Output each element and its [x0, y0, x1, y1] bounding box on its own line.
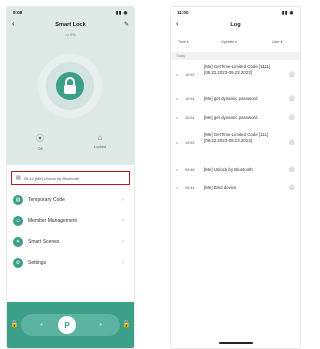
- code-icon: ▤: [13, 195, 23, 205]
- filter-time[interactable]: Time ▾: [178, 40, 189, 44]
- member-icon: ☺: [13, 216, 23, 226]
- log-text: [Me] get dynamic password: [204, 96, 258, 101]
- person-icon: ⚪: [288, 72, 295, 78]
- log-text: [Me] Bind device: [204, 185, 237, 190]
- log-text: [Me] GetTime-Limited Code [111] [09.22.2…: [204, 132, 269, 143]
- nav-bar: ‹ Log: [171, 19, 300, 31]
- log-screen: 11:00 ▮▮ ◉ ‹ Log Time ▾ Operate ▾ User ▾…: [170, 6, 301, 349]
- timeline-dot: [176, 142, 178, 144]
- quick-item-label: Locked: [93, 145, 107, 149]
- section-header: Today: [171, 52, 300, 60]
- lock-button[interactable]: [56, 72, 84, 100]
- status-bar: 9:08 ▮▮ ◉: [13, 10, 128, 17]
- filter-operate[interactable]: Operate ▾: [221, 40, 237, 44]
- menu-item-smart-scenes[interactable]: ✶ Smart Scenes ›: [13, 235, 128, 249]
- log-time: 10:54: [185, 116, 195, 120]
- timeline-dot: [176, 169, 178, 171]
- arrow-right-icon: ›››: [99, 322, 102, 328]
- menu-item-label: Temporary Code: [28, 197, 65, 203]
- menu-item-label: Member Management: [28, 218, 77, 224]
- filter-bar: Time ▾ Operate ▾ User ▾: [171, 38, 300, 48]
- menu-item-label: Settings: [28, 260, 47, 266]
- log-entry[interactable]: 09:45 [Me] Unlock by Bluetooth ⚪: [171, 166, 300, 180]
- timeline-dot: [176, 74, 178, 76]
- menu-item-settings[interactable]: ⚙ Settings ›: [13, 256, 128, 270]
- log-entry[interactable]: 10:53 [Me] GetTime-Limited Code [111] [0…: [171, 132, 300, 162]
- chevron-right-icon: ›: [122, 197, 124, 203]
- log-text: [Me] GetTime-Limited Code [1111] [09.22.…: [204, 64, 271, 75]
- person-icon: ⚪: [288, 167, 295, 173]
- page-title: Log: [230, 22, 241, 28]
- status-signal-icons: ▮▮ ◉: [115, 10, 128, 15]
- menu-item-member-management[interactable]: ☺ Member Management ›: [13, 214, 128, 228]
- smart-lock-screen: 9:08 ▮▮ ◉ ‹ Smart Lock ✎ ▭ 0% ⦿ Off ⌂ Lo…: [6, 6, 135, 349]
- menu-item-temporary-code[interactable]: ▤ Temporary Code ›: [13, 193, 128, 207]
- person-icon: ⚪: [288, 96, 295, 102]
- page-title: Smart Lock: [55, 22, 86, 28]
- log-text: [Me] Unlock by Bluetooth: [204, 167, 253, 172]
- log-time: 09:44: [185, 186, 195, 190]
- edit-icon[interactable]: ✎: [124, 21, 129, 28]
- log-time: 09:45: [185, 168, 195, 172]
- status-bar: 11:00 ▮▮ ◉: [177, 10, 294, 17]
- quick-item-locked[interactable]: ⌂ Locked: [85, 133, 115, 149]
- arrow-left-icon: ‹‹‹: [40, 322, 43, 328]
- battery-indicator: ▭ 0%: [65, 33, 76, 37]
- power-icon: ⦿: [36, 134, 44, 143]
- home-indicator: [218, 342, 253, 344]
- log-text: [Me] get dynamic password: [204, 115, 258, 120]
- status-time: 11:00: [177, 10, 189, 15]
- person-icon: ⚪: [288, 140, 295, 146]
- chevron-right-icon: ›: [122, 239, 124, 245]
- scenes-icon: ✶: [13, 237, 23, 247]
- log-time: 10:54: [185, 97, 195, 101]
- chevron-right-icon: ›: [122, 260, 124, 266]
- status-time: 9:08: [13, 10, 23, 15]
- quick-item-off[interactable]: ⦿ Off: [25, 133, 55, 151]
- log-entry[interactable]: 10:54 [Me] get dynamic password ⚪: [171, 95, 300, 109]
- person-icon: ⚪: [288, 185, 295, 191]
- quick-status: ⦿ Off ⌂ Locked: [7, 125, 134, 165]
- log-entry[interactable]: 10:54 [Me] get dynamic password ⚪: [171, 114, 300, 128]
- lock-icon-left[interactable]: 🔒: [10, 320, 19, 328]
- timeline-dot: [176, 117, 178, 119]
- timeline-dot: [176, 187, 178, 189]
- gear-icon: ⚙: [13, 258, 23, 268]
- status-signal-icons: ▮▮ ◉: [281, 10, 294, 15]
- recent-log-text: 09:42 [Me] Unlock by Bluetooth: [23, 175, 80, 181]
- timeline-dot: [176, 98, 178, 100]
- unlock-bar: 🔒 ‹‹‹ P ››› 🔓: [7, 302, 134, 348]
- lock-icon: [64, 77, 76, 94]
- person-icon: ⚪: [288, 115, 295, 121]
- log-icon: ▤: [16, 175, 21, 181]
- nav-bar: ‹ Smart Lock ✎: [7, 19, 134, 31]
- log-time: 10:50: [185, 73, 195, 77]
- log-time: 10:53: [185, 141, 195, 145]
- recent-log-row[interactable]: ▤ 09:42 [Me] Unlock by Bluetooth: [11, 171, 130, 185]
- log-entry[interactable]: 10:50 [Me] GetTime-Limited Code [1111] […: [171, 64, 300, 94]
- chevron-right-icon: ›: [122, 218, 124, 224]
- unlock-icon-right[interactable]: 🔓: [122, 320, 131, 328]
- menu-item-label: Smart Scenes: [28, 239, 60, 245]
- log-entry[interactable]: 09:44 [Me] Bind device ⚪: [171, 184, 300, 198]
- unlock-slider-knob[interactable]: P: [58, 316, 76, 334]
- home-icon: ⌂: [97, 133, 103, 142]
- filter-user[interactable]: User ▾: [272, 40, 282, 44]
- quick-item-label: Off: [37, 147, 43, 151]
